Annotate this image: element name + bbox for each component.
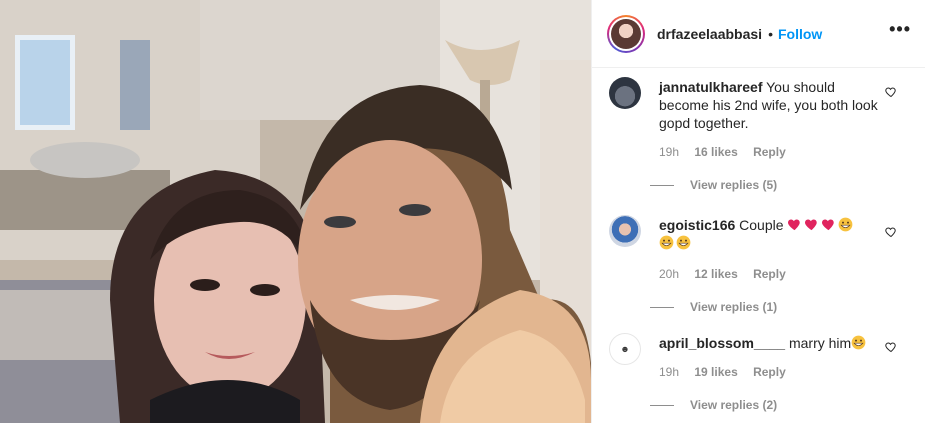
header-separator: • (768, 25, 773, 42)
commenter-avatar[interactable]: ☻ (609, 333, 641, 365)
comment-time: 19h (659, 365, 680, 379)
commenter-username[interactable]: egoistic166 (659, 217, 735, 233)
red-heart-icon (788, 219, 801, 231)
like-heart-icon[interactable] (885, 86, 897, 98)
comment-item: ☻ april_blossom____ marry him 19h 19 lik… (592, 315, 925, 423)
view-replies-button[interactable]: View replies (2) (650, 398, 777, 412)
grinning-face-icon (839, 217, 853, 232)
comment-body: april_blossom____ marry him (659, 334, 887, 352)
comment-likes[interactable]: 19 likes (694, 365, 737, 379)
comment-body: jannatulkhareef You should become his 2n… (659, 78, 887, 132)
instagram-post-viewer: drfazeelaabbasi • Follow ••• jannatulkha… (0, 0, 925, 423)
like-heart-icon[interactable] (885, 226, 897, 238)
view-replies-button[interactable]: View replies (1) (650, 300, 777, 314)
author-avatar-border (609, 16, 643, 51)
grinning-face-icon (851, 335, 866, 350)
grinning-face-icon (676, 235, 691, 250)
commenter-avatar[interactable] (609, 77, 641, 109)
replies-divider (650, 184, 674, 186)
commenter-avatar[interactable] (609, 215, 641, 247)
post-photo[interactable] (0, 0, 591, 423)
replies-divider (650, 306, 674, 308)
comment-item: egoistic166 Couple 20h 12 likes Reply Vi… (592, 195, 925, 315)
comment-item: jannatulkhareef You should become his 2n… (592, 69, 925, 195)
follow-button[interactable]: Follow (778, 26, 822, 42)
author-avatar[interactable] (607, 14, 645, 53)
comments-panel: drfazeelaabbasi • Follow ••• jannatulkha… (591, 0, 925, 423)
comment-text: marry him (788, 335, 852, 351)
selfie-image (0, 0, 591, 423)
author-avatar-image (611, 18, 641, 49)
comment-list: jannatulkhareef You should become his 2n… (592, 69, 925, 423)
view-replies-button[interactable]: View replies (5) (650, 178, 777, 192)
replies-divider (650, 404, 674, 406)
reply-button[interactable]: Reply (753, 145, 786, 159)
red-heart-icon (805, 219, 818, 231)
blossom-avatar-glyph: ☻ (620, 344, 630, 354)
like-heart-icon[interactable] (885, 341, 897, 353)
comment-likes[interactable]: 12 likes (694, 267, 737, 281)
comment-text: Couple (739, 217, 784, 233)
comment-time: 19h (659, 145, 680, 159)
view-replies-label: View replies (1) (690, 300, 778, 314)
post-header: drfazeelaabbasi • Follow ••• (592, 0, 925, 68)
comment-meta: 19h 16 likes Reply (659, 145, 798, 159)
commenter-username[interactable]: april_blossom____ (659, 335, 785, 351)
comment-meta: 20h 12 likes Reply (659, 267, 798, 281)
comment-likes[interactable]: 16 likes (694, 145, 737, 159)
commenter-username[interactable]: jannatulkhareef (659, 79, 762, 95)
reply-button[interactable]: Reply (753, 365, 786, 379)
comment-time: 20h (659, 267, 680, 281)
grinning-face-icon (659, 235, 674, 250)
more-options-icon[interactable]: ••• (889, 20, 911, 38)
view-replies-label: View replies (2) (690, 398, 778, 412)
reply-button[interactable]: Reply (753, 267, 786, 281)
view-replies-label: View replies (5) (690, 178, 778, 192)
red-heart-icon (822, 219, 835, 231)
author-username[interactable]: drfazeelaabbasi (657, 26, 762, 42)
comment-body: egoistic166 Couple (659, 216, 887, 252)
comment-meta: 19h 19 likes Reply (659, 365, 798, 379)
